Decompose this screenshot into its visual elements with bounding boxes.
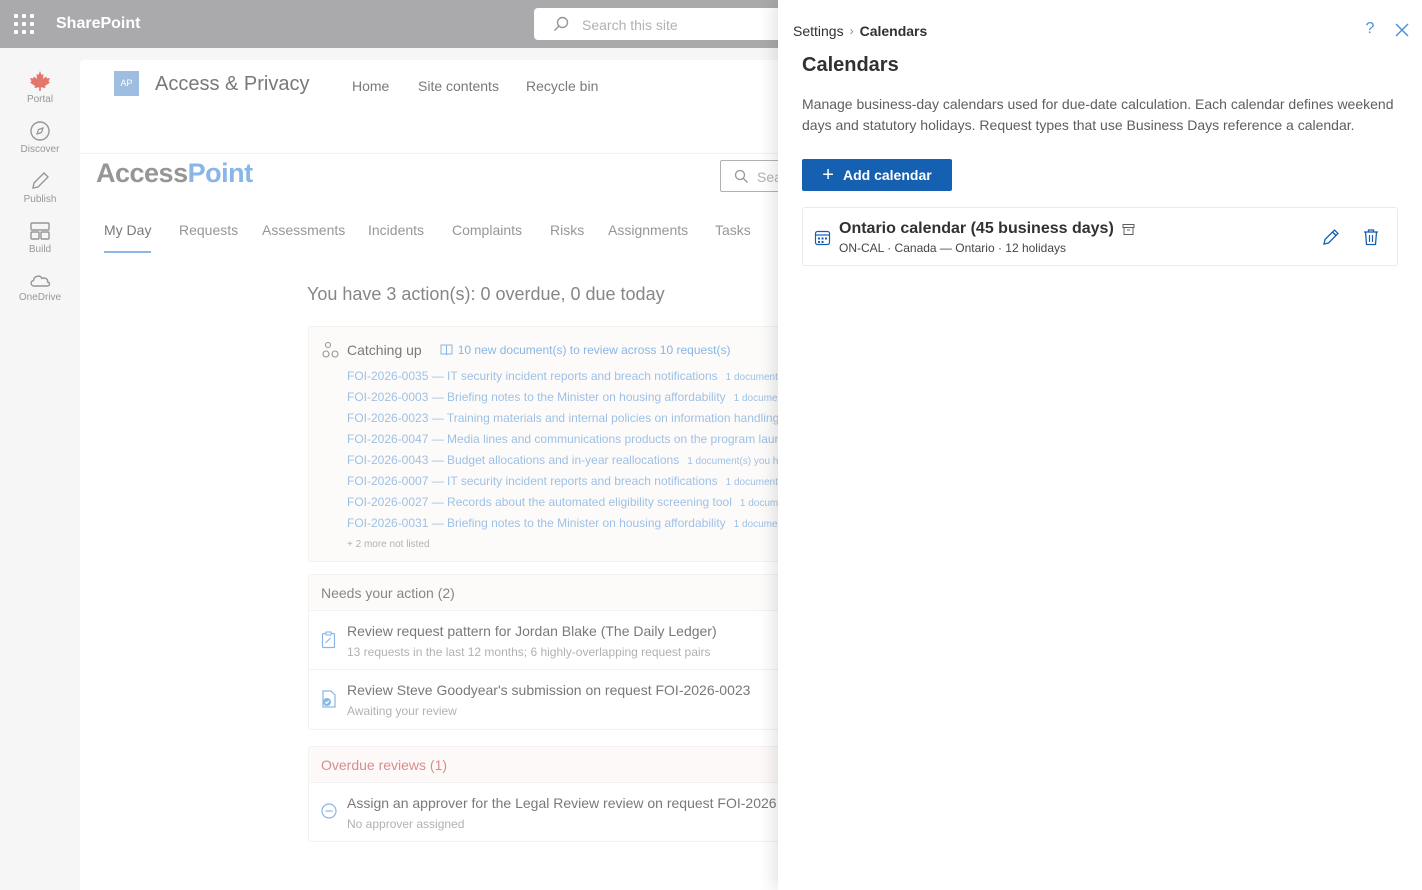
edit-icon[interactable] (1321, 227, 1341, 247)
calendar-name-row: Ontario calendar (45 business days) (839, 220, 1135, 238)
calendar-name: Ontario calendar (45 business days) (839, 220, 1114, 237)
settings-panel: Settings › Calendars ? Calendars Manage … (778, 0, 1422, 890)
panel-description: Manage business-day calendars used for d… (802, 96, 1394, 133)
breadcrumb: Settings › Calendars (793, 23, 927, 39)
calendar-icon (814, 230, 831, 246)
breadcrumb-separator: › (849, 24, 854, 38)
add-calendar-button[interactable]: + Add calendar (802, 159, 952, 191)
add-calendar-label: Add calendar (842, 167, 932, 183)
breadcrumb-settings[interactable]: Settings (793, 23, 844, 39)
plus-icon: + (822, 164, 834, 186)
archive-icon[interactable] (1122, 223, 1135, 236)
breadcrumb-calendars: Calendars (859, 23, 928, 39)
close-icon[interactable] (1393, 21, 1411, 39)
calendar-item[interactable]: Ontario calendar (45 business days) ON-C… (802, 207, 1398, 266)
calendar-details: ON-CAL · Canada — Ontario · 12 holidays (839, 241, 1066, 255)
panel-overlay[interactable] (0, 0, 778, 890)
delete-icon[interactable] (1361, 227, 1381, 247)
panel-title: Calendars (802, 54, 899, 76)
help-button[interactable]: ? (1362, 20, 1378, 40)
